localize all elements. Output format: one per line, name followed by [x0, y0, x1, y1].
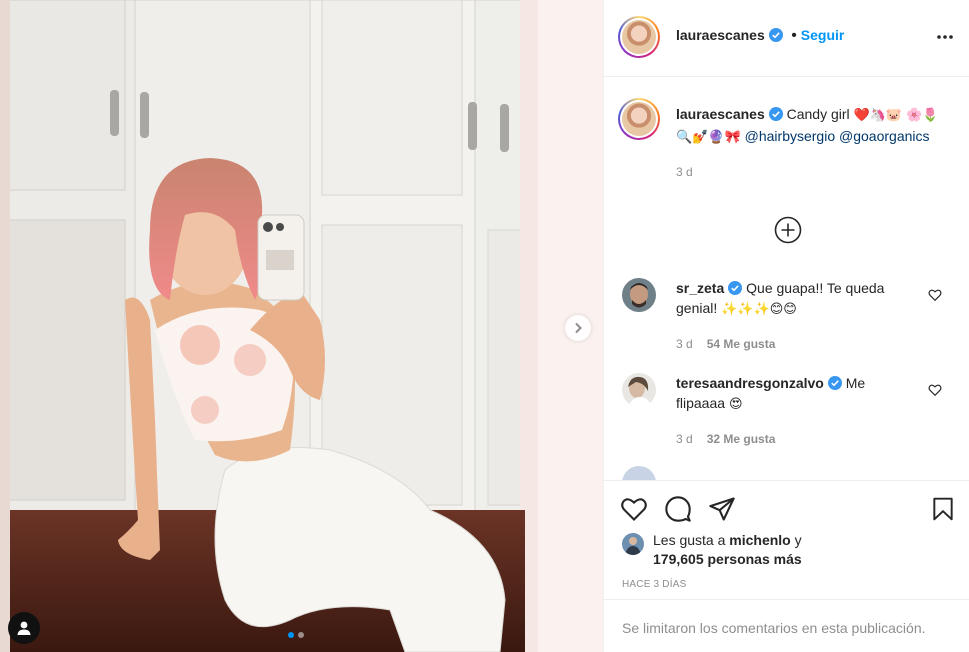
user-tags-button[interactable]	[8, 612, 40, 644]
comment-like-button[interactable]	[928, 288, 942, 307]
follow-button[interactable]: Seguir	[801, 27, 845, 43]
heart-icon	[928, 289, 942, 302]
save-button[interactable]	[930, 495, 956, 528]
likes-prefix: Les gusta a	[653, 532, 726, 548]
mention-hairbysergio[interactable]: @hairbysergio	[745, 128, 835, 144]
comment-item: teresaandresgonzalvo Me flipaaaa 😍 3 d 32…	[622, 373, 952, 453]
post-header: lauraescanes • Seguir	[604, 0, 969, 77]
header-user-row: lauraescanes • Seguir	[676, 27, 844, 45]
plus-circle-icon	[774, 216, 802, 244]
save-icon	[933, 497, 953, 521]
comment-meta: 3 d 54 Me gusta	[676, 334, 916, 354]
post-actions: Les gusta a michenlo y 179,605 personas …	[604, 480, 969, 650]
avatar-image	[622, 373, 656, 407]
comment-meta: 3 d 32 Me gusta	[676, 429, 916, 449]
caption-text: Candy girl	[786, 106, 850, 122]
avatar-image	[622, 102, 656, 136]
comment-likes-count[interactable]: 32 Me gusta	[707, 432, 776, 446]
carousel-indicator	[288, 632, 304, 638]
avatar-image	[622, 278, 656, 312]
verified-icon	[728, 281, 743, 295]
commenter-avatar[interactable]	[622, 466, 656, 480]
comment-likes-count[interactable]: 54 Me gusta	[707, 337, 776, 351]
share-button[interactable]	[708, 495, 736, 528]
carousel-dot-1	[288, 632, 294, 638]
verified-icon	[768, 28, 783, 42]
comment-emojis: 😍	[728, 397, 743, 412]
mention-goaorganics[interactable]: @goaorganics	[839, 128, 930, 144]
load-more-comments-button[interactable]	[774, 216, 802, 249]
author-username[interactable]: lauraescanes	[676, 27, 765, 43]
caption-username[interactable]: lauraescanes	[676, 106, 765, 122]
more-icon	[937, 35, 953, 39]
comments-scroll-area[interactable]: lauraescanes Candy girl ❤️🦄🐷 🌸🌷🔍💅🔮🎀 @hai…	[604, 78, 969, 480]
photo-image	[0, 0, 603, 652]
commenter-avatar[interactable]	[622, 278, 656, 312]
commenter-avatar[interactable]	[622, 373, 656, 407]
liker-avatar[interactable]	[622, 533, 644, 555]
commenter-username[interactable]: sr_zeta	[676, 280, 724, 296]
comment-timestamp: 3 d	[676, 337, 693, 351]
share-icon	[709, 497, 735, 521]
chevron-right-icon	[575, 322, 582, 334]
carousel-dot-2	[298, 632, 304, 638]
comment-item-partial	[622, 466, 952, 480]
separator-dot: •	[791, 27, 797, 44]
comment-button[interactable]	[664, 495, 692, 528]
like-button[interactable]	[620, 495, 648, 528]
comment-like-button[interactable]	[928, 383, 942, 402]
avatar-image	[622, 20, 656, 54]
comment-item: sr_zeta Que guapa!! Te queda genial! ✨✨✨…	[622, 278, 952, 358]
caption-avatar[interactable]	[618, 98, 660, 140]
heart-icon	[928, 384, 942, 397]
post-time-ago[interactable]: HACE 3 DÍAS	[622, 579, 686, 590]
user-tag-icon	[17, 621, 31, 635]
comment-body: sr_zeta Que guapa!! Te queda genial! ✨✨✨…	[676, 278, 916, 354]
more-options-button[interactable]	[936, 28, 954, 51]
author-avatar[interactable]	[618, 16, 660, 58]
likes-connector: y	[794, 532, 802, 548]
heart-icon	[621, 498, 647, 521]
comment-body: teresaandresgonzalvo Me flipaaaa 😍 3 d 32…	[676, 373, 916, 449]
comments-limited-notice: Se limitaron los comentarios en esta pub…	[604, 599, 969, 651]
commenter-username[interactable]: teresaandresgonzalvo	[676, 375, 824, 391]
caption-emojis-line1: ❤️🦄🐷	[853, 108, 903, 123]
avatar-image	[622, 533, 644, 555]
comment-icon	[665, 496, 691, 522]
post-photo	[0, 0, 603, 652]
post-details-panel: lauraescanes • Seguir lauraescanes Candy …	[603, 0, 969, 652]
next-photo-button[interactable]	[565, 315, 591, 341]
likes-user[interactable]: michenlo	[729, 532, 790, 548]
caption-timestamp: 3 d	[676, 165, 693, 179]
verified-icon	[768, 107, 783, 121]
verified-icon	[827, 376, 842, 390]
post-caption: lauraescanes Candy girl ❤️🦄🐷 🌸🌷🔍💅🔮🎀 @hai…	[676, 104, 946, 182]
likes-others[interactable]: 179,605 personas más	[653, 551, 802, 567]
comment-emojis: ✨✨✨😊😊	[721, 302, 797, 317]
likes-text: Les gusta a michenlo y 179,605 personas …	[653, 531, 802, 569]
comment-timestamp: 3 d	[676, 432, 693, 446]
